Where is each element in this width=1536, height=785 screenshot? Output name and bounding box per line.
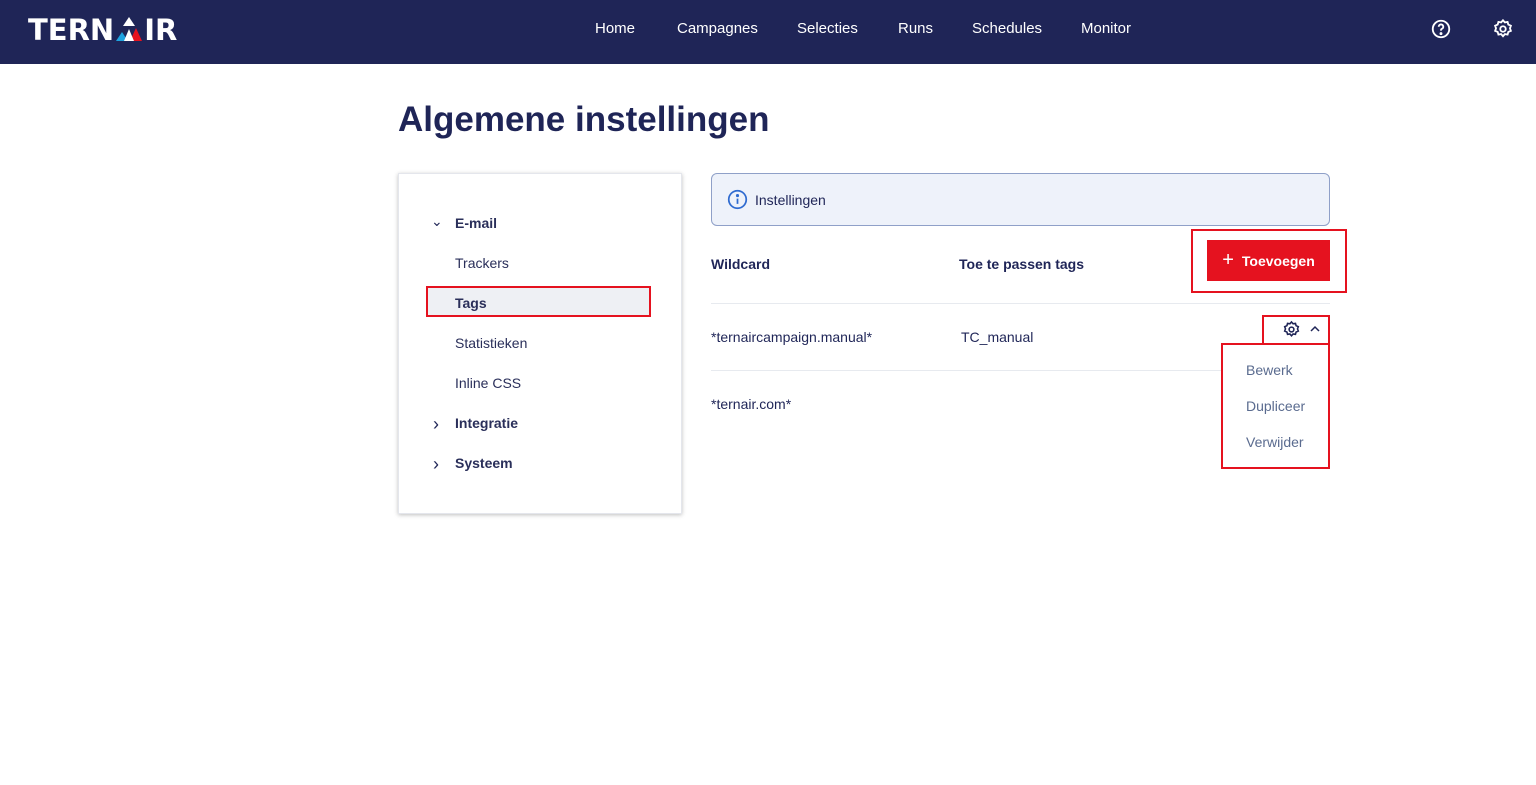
top-navigation-bar: TERN IR Home Campagnes Selecties Runs Sc… [0,0,1536,64]
sidebar-item-inline-css[interactable]: Inline CSS [455,375,521,391]
chevron-right-icon[interactable]: › [433,414,439,435]
logo-text-1: TERN [28,13,115,47]
menu-item-verwijder[interactable]: Verwijder [1246,434,1304,450]
info-icon [727,189,748,210]
row-2-wildcard: *ternair.com* [711,396,792,412]
add-button-label: Toevoegen [1241,252,1315,269]
column-header-wildcard: Wildcard [711,256,770,272]
nav-selecties[interactable]: Selecties [797,20,858,37]
info-banner: Instellingen [711,173,1330,226]
row-actions-menu: Bewerk Dupliceer Verwijder [1221,343,1330,469]
plus-icon: + [1222,249,1234,271]
sidebar-item-tags[interactable]: Tags [455,295,487,311]
row-1-wildcard: *ternaircampaign.manual* [711,329,873,345]
sidebar-group-integratie[interactable]: Integratie [455,415,518,431]
nav-monitor[interactable]: Monitor [1081,20,1131,37]
menu-item-dupliceer[interactable]: Dupliceer [1246,398,1305,414]
sidebar-group-systeem[interactable]: Systeem [455,455,513,471]
ternair-logo[interactable]: TERN IR [28,13,177,47]
nav-schedules[interactable]: Schedules [972,20,1042,37]
divider [711,303,1330,304]
logo-text-2: IR [144,13,178,47]
chevron-down-icon[interactable]: ⌄ [431,213,443,230]
sidebar-item-trackers[interactable]: Trackers [455,255,509,271]
add-button[interactable]: + Toevoegen [1207,240,1330,281]
sidebar-item-statistieken[interactable]: Statistieken [455,335,527,351]
row-1-tags: TC_manual [961,329,1034,345]
help-icon[interactable] [1430,18,1452,40]
menu-item-bewerk[interactable]: Bewerk [1246,362,1293,378]
nav-campagnes[interactable]: Campagnes [677,20,758,37]
row-actions-gear-icon[interactable] [1282,320,1301,339]
page-title: Algemene instellingen [398,100,770,139]
settings-gear-icon[interactable] [1492,18,1514,40]
logo-triangle-icon [116,17,143,41]
column-header-tags: Toe te passen tags [959,256,1085,272]
nav-runs[interactable]: Runs [898,20,933,37]
sidebar-group-email[interactable]: E-mail [455,215,497,231]
info-label: Instellingen [755,192,826,208]
chevron-right-icon[interactable]: › [433,454,439,475]
nav-home[interactable]: Home [595,20,635,37]
chevron-up-icon[interactable] [1310,325,1320,333]
